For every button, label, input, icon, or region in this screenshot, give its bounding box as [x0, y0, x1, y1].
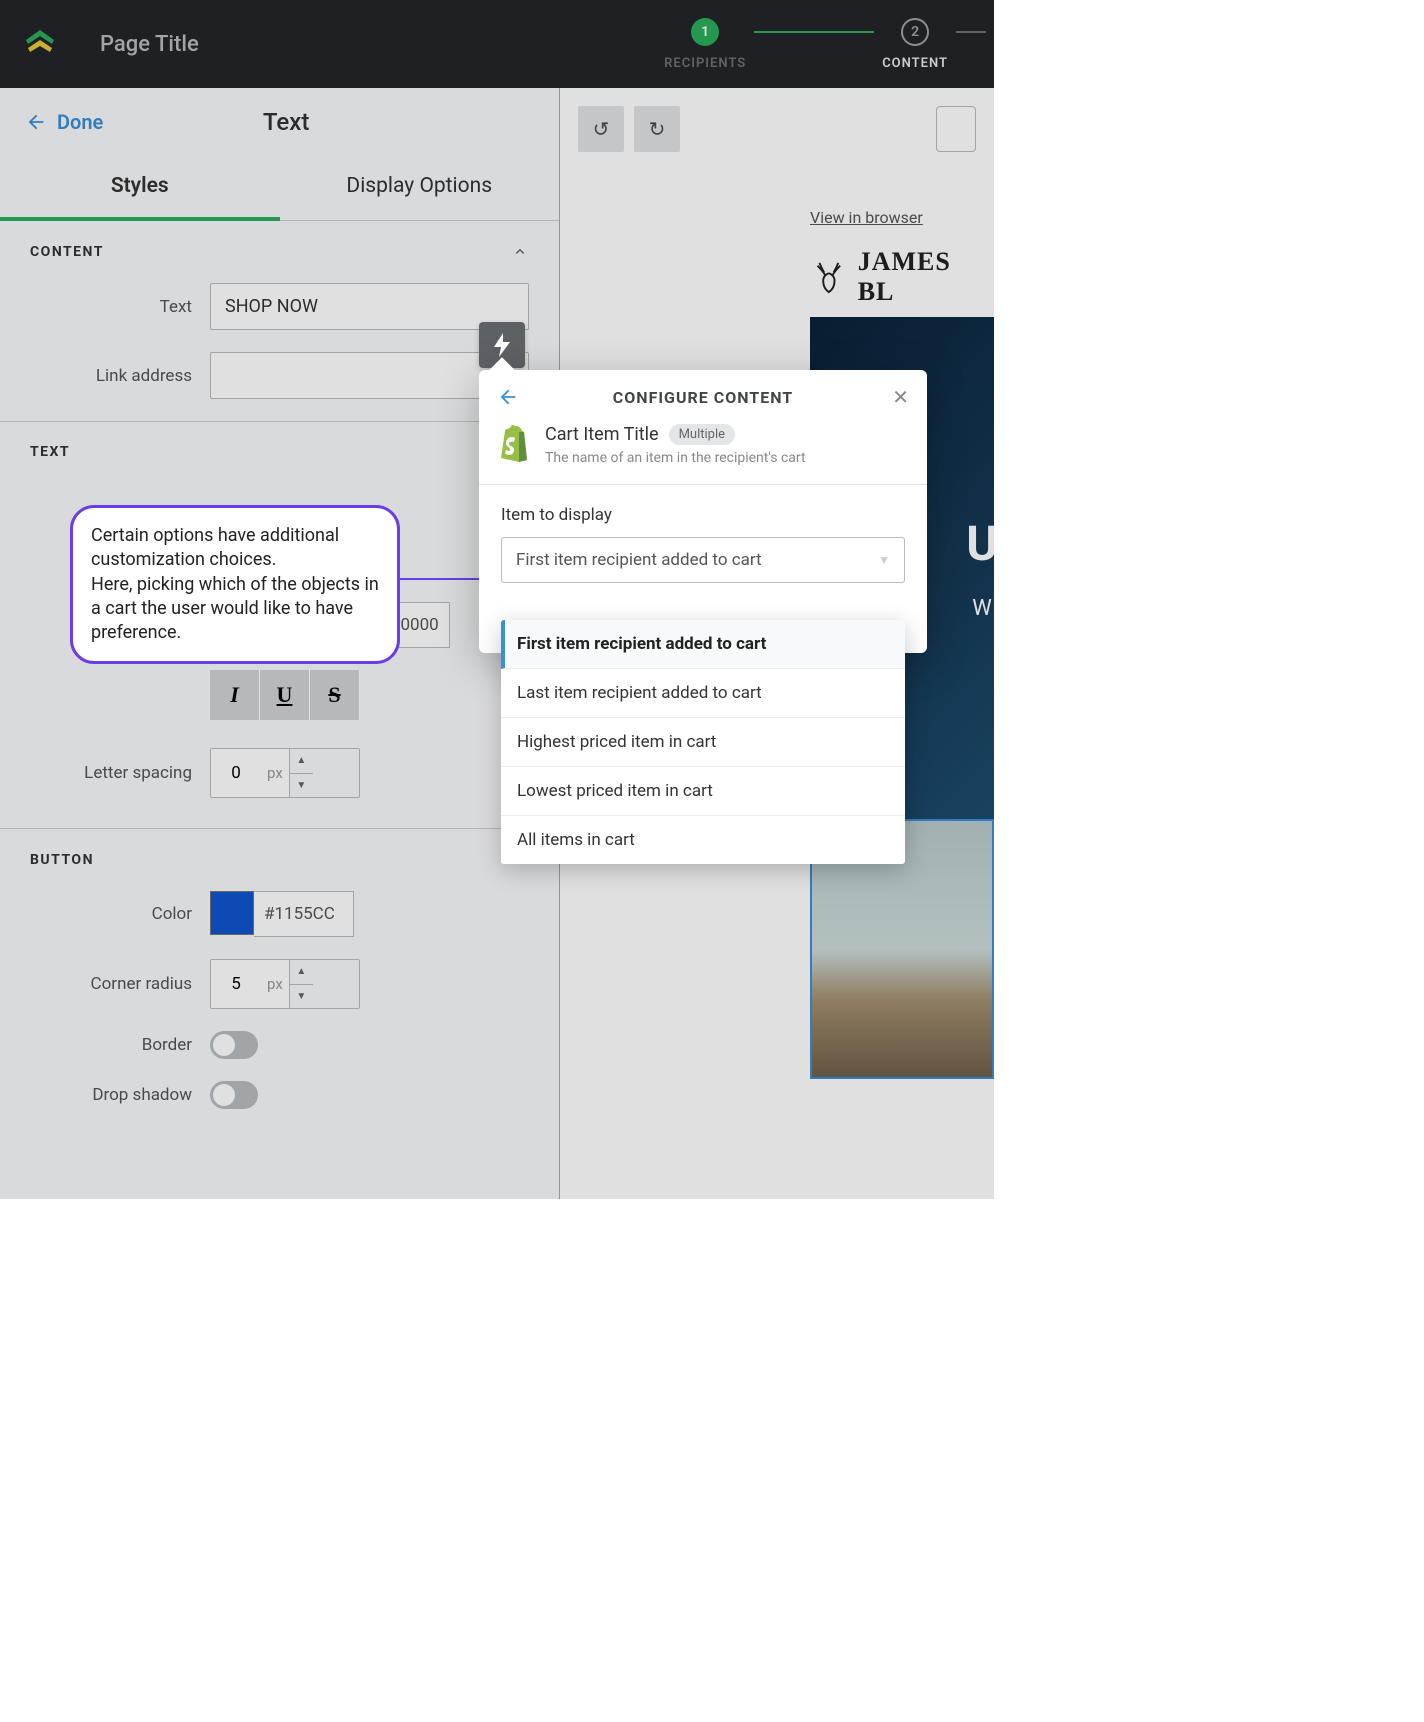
lightning-icon [492, 333, 512, 357]
item-to-display-label: Item to display [501, 505, 905, 525]
item-to-display-select[interactable]: First item recipient added to cart ▼ [501, 537, 905, 583]
text-label: Text [30, 297, 210, 317]
caret-down-icon: ▼ [878, 553, 890, 567]
section-text-title: TEXT [30, 444, 529, 460]
section-content-title: CONTENT [30, 244, 104, 260]
dropdown-option[interactable]: Lowest priced item in cart [501, 767, 905, 816]
brand-name: JAMES BL [858, 247, 994, 307]
button-color-label: Color [30, 904, 210, 924]
step-connector [754, 31, 874, 33]
drop-shadow-label: Drop shadow [30, 1085, 210, 1105]
dropdown-option[interactable]: Highest priced item in cart [501, 718, 905, 767]
letter-spacing-stepper[interactable]: ▲▼ [289, 749, 313, 797]
letter-spacing-label: Letter spacing [30, 763, 210, 783]
configure-content-popover: CONFIGURE CONTENT ✕ Cart Item Title Mult… [479, 370, 927, 653]
border-toggle[interactable] [210, 1031, 258, 1059]
cart-item-desc: The name of an item in the recipient's c… [545, 450, 909, 466]
tabs: Styles Display Options [0, 156, 559, 221]
tab-display-options[interactable]: Display Options [280, 156, 560, 220]
corner-radius-stepper[interactable]: ▲▼ [289, 960, 313, 1008]
button-color-hex[interactable] [254, 891, 354, 937]
drop-shadow-toggle[interactable] [210, 1081, 258, 1109]
strikethrough-button[interactable]: S [310, 670, 360, 720]
multiple-pill: Multiple [669, 424, 735, 445]
view-in-browser-link[interactable]: View in browser [810, 208, 923, 227]
corner-radius-label: Corner radius [30, 974, 210, 994]
tab-styles[interactable]: Styles [0, 156, 280, 220]
section-content: CONTENT Text Link address [0, 221, 559, 422]
item-to-display-dropdown: First item recipient added to cart Last … [501, 620, 905, 864]
link-address-label: Link address [30, 366, 210, 386]
border-label: Border [30, 1035, 210, 1055]
redo-button[interactable]: ↻ [634, 106, 680, 152]
italic-button[interactable]: I [210, 670, 260, 720]
panel-title: Text [13, 108, 559, 136]
brand-row: JAMES BL [810, 247, 994, 307]
section-button: BUTTON Color Corner radius px ▲▼ Bor [0, 829, 559, 1159]
step-connector [956, 31, 986, 33]
page-title: Page Title [100, 32, 199, 57]
dropdown-option[interactable]: All items in cart [501, 816, 905, 864]
undo-button[interactable]: ↺ [578, 106, 624, 152]
stag-icon [810, 258, 848, 296]
popover-title: CONFIGURE CONTENT [497, 388, 909, 407]
letter-spacing-input[interactable]: px ▲▼ [210, 748, 360, 798]
shopify-icon [497, 424, 531, 462]
logo-icon [20, 24, 60, 64]
dropdown-option[interactable]: First item recipient added to cart [501, 620, 905, 669]
top-bar: Page Title 1 RECIPIENTS 2 CONTENT [0, 0, 994, 88]
wizard-steps: 1 RECIPIENTS 2 CONTENT [664, 0, 994, 88]
dropdown-option[interactable]: Last item recipient added to cart [501, 669, 905, 718]
section-button-title: BUTTON [30, 852, 94, 868]
step-recipients[interactable]: 1 RECIPIENTS [664, 18, 746, 71]
button-color-swatch[interactable] [210, 891, 254, 935]
tutorial-callout: Certain options have additional customiz… [70, 505, 400, 664]
cart-item-title-label: Cart Item Title [545, 424, 659, 445]
popover-close-button[interactable]: ✕ [892, 385, 909, 409]
underline-button[interactable]: U [260, 670, 310, 720]
corner-radius-input[interactable]: px ▲▼ [210, 959, 360, 1009]
step-content[interactable]: 2 CONTENT [882, 18, 948, 71]
chevron-up-icon[interactable] [511, 243, 529, 261]
toolbar-right-control[interactable] [936, 106, 976, 152]
